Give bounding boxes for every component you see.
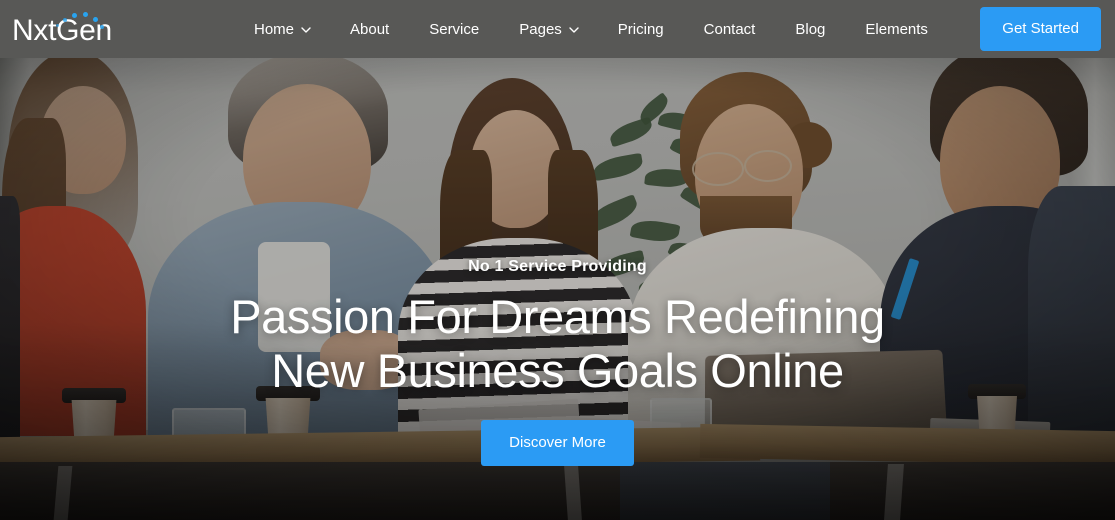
nav-item-contact-label: Contact — [703, 20, 756, 38]
hero-headline-line-1: Passion For Dreams Redefining — [230, 290, 885, 343]
landing-page: NxtGen Home About Service Pages Pricing … — [0, 0, 1115, 520]
nav-item-about-label: About — [350, 20, 390, 38]
nav-item-home-label: Home — [254, 20, 295, 38]
logo-dots-icon — [56, 11, 104, 29]
nav-item-service-label: Service — [429, 20, 480, 38]
nav-item-contact[interactable]: Contact — [684, 0, 776, 58]
nav-item-about[interactable]: About — [330, 0, 409, 58]
nav-item-elements-label: Elements — [865, 20, 928, 38]
chevron-down-icon — [301, 25, 311, 34]
hero-headline: Passion For Dreams Redefining New Busine… — [230, 290, 885, 398]
discover-more-button[interactable]: Discover More — [481, 420, 634, 467]
nav-item-elements[interactable]: Elements — [845, 0, 948, 58]
hero-headline-line-2: New Business Goals Online — [271, 344, 844, 398]
chevron-down-icon — [569, 25, 579, 34]
site-logo[interactable]: NxtGen — [12, 6, 122, 52]
nav-item-pricing[interactable]: Pricing — [598, 0, 684, 58]
nav-item-service[interactable]: Service — [409, 0, 499, 58]
nav-item-pages[interactable]: Pages — [499, 0, 598, 58]
hero-eyebrow: No 1 Service Providing — [468, 258, 647, 275]
nav-item-blog[interactable]: Blog — [775, 0, 845, 58]
nav-item-home[interactable]: Home — [234, 0, 330, 58]
nav-item-pricing-label: Pricing — [617, 20, 664, 38]
site-header: NxtGen Home About Service Pages Pricing … — [0, 0, 1115, 58]
nav-item-pages-label: Pages — [519, 20, 562, 38]
main-navigation: Home About Service Pages Pricing Contact… — [234, 0, 948, 58]
get-started-button[interactable]: Get Started — [980, 7, 1101, 51]
nav-item-blog-label: Blog — [795, 20, 826, 38]
